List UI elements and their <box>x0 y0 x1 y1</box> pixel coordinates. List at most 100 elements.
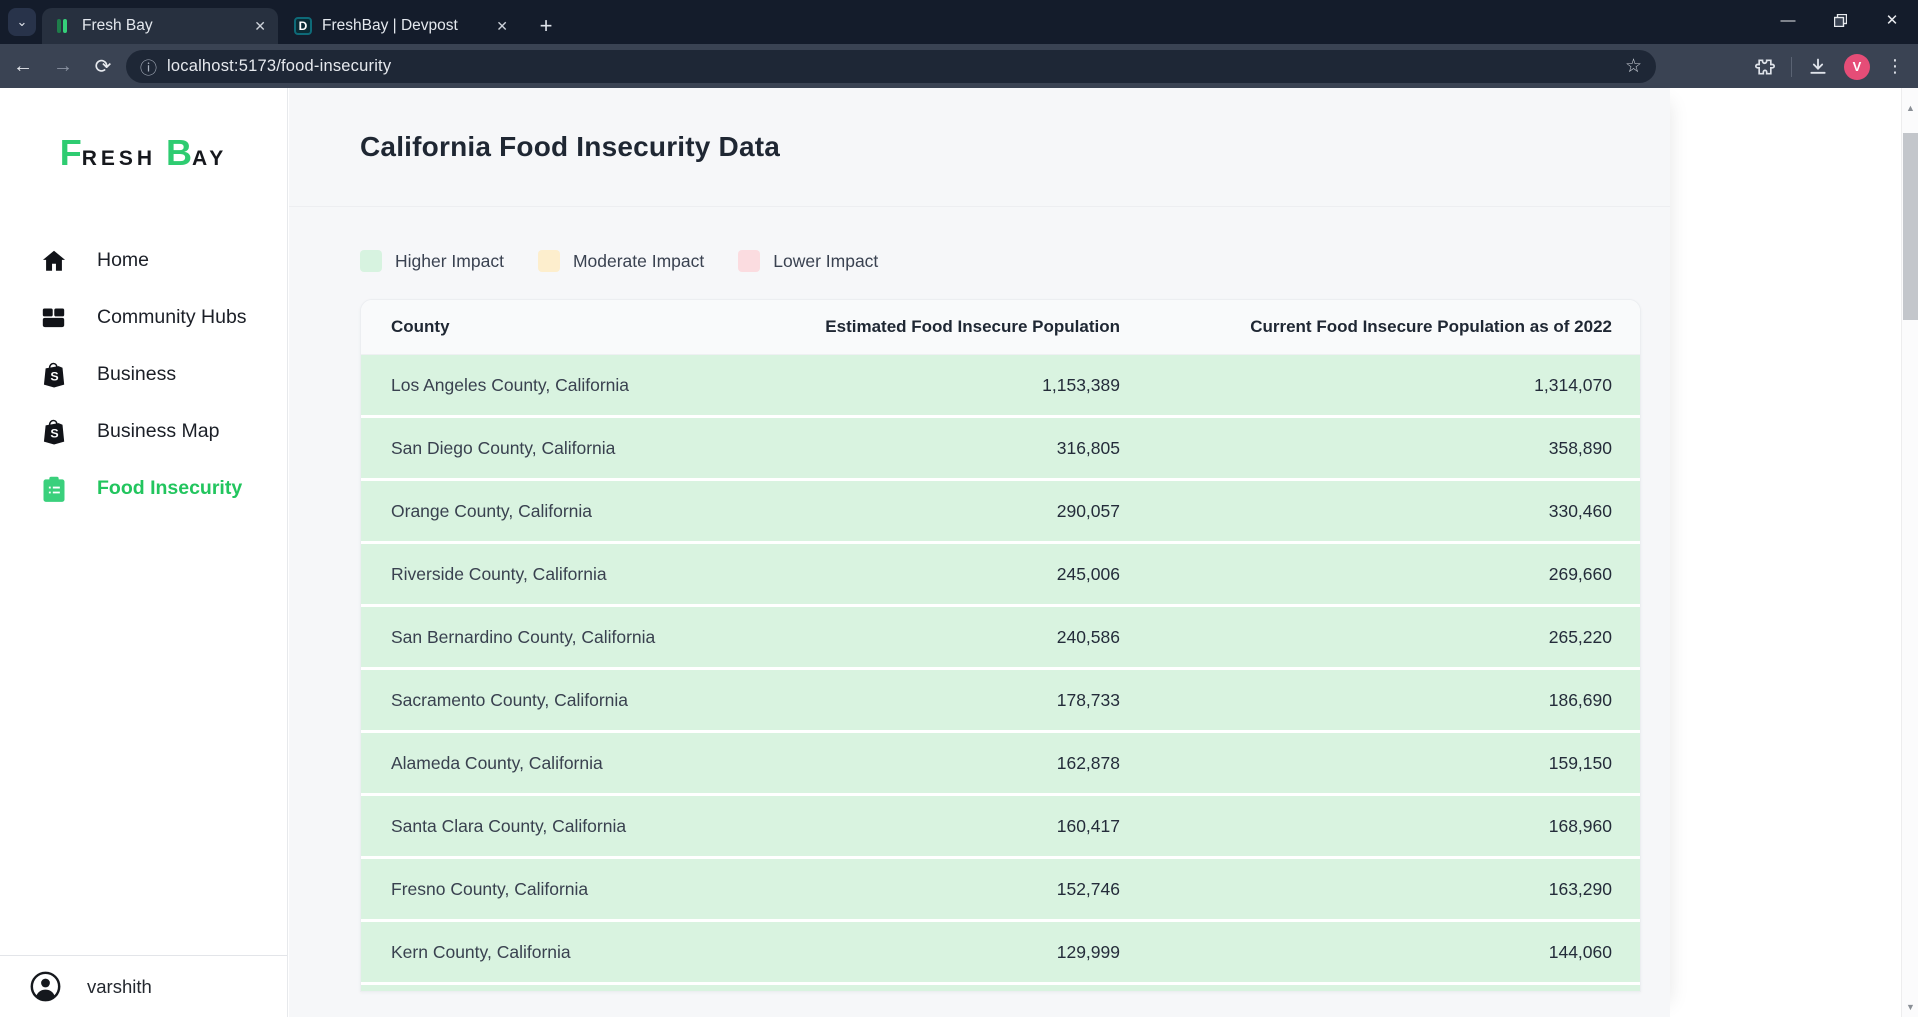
sidebar-item-community-hubs[interactable]: Community Hubs <box>0 289 287 346</box>
table-body: Los Angeles County, California 1,153,389… <box>361 355 1640 985</box>
cell-estimated: 1,153,389 <box>1042 374 1120 395</box>
table-row: Los Angeles County, California 1,153,389… <box>361 355 1640 418</box>
cell-estimated: 160,417 <box>1056 815 1120 836</box>
devpost-favicon-icon: D <box>294 17 312 35</box>
tab-strip: ⌄ Fresh Bay ✕ D FreshBay | Devpost ✕ + —… <box>0 0 1918 44</box>
higher-impact-swatch <box>360 250 382 272</box>
cell-county: San Diego County, California <box>391 437 616 458</box>
food-insecurity-table: County Estimated Food Insecure Populatio… <box>360 299 1641 992</box>
clipboard-list-icon <box>40 475 67 502</box>
sidebar-item-label: Business <box>97 363 177 385</box>
sidebar-item-business[interactable]: S Business <box>0 346 287 403</box>
logo-letters: RESH <box>81 147 157 170</box>
scrollbar-thumb[interactable] <box>1903 133 1918 320</box>
table-row: Kern County, California 129,999 144,060 <box>361 922 1640 985</box>
cell-county: Kern County, California <box>391 941 571 962</box>
content-header: California Food Insecurity Data <box>289 88 1670 207</box>
username: varshith <box>87 975 152 997</box>
tab-search-button[interactable]: ⌄ <box>8 8 36 36</box>
cell-county: Fresno County, California <box>391 878 589 899</box>
cell-county: Sacramento County, California <box>391 689 629 710</box>
scroll-up-arrow-icon[interactable]: ▲ <box>1902 100 1918 116</box>
cell-current: 1,314,070 <box>1534 374 1612 395</box>
sidebar-item-business-map[interactable]: S Business Map <box>0 403 287 460</box>
column-header-estimated: Estimated Food Insecure Population <box>825 317 1120 336</box>
sidebar: FRESH BAY Home Community Hubs S Business… <box>0 88 288 1017</box>
legend-label: Moderate Impact <box>572 250 705 271</box>
table-row: Alameda County, California 162,878 159,1… <box>361 733 1640 796</box>
table-row: Orange County, California 290,057 330,46… <box>361 481 1640 544</box>
cell-estimated: 240,586 <box>1056 626 1120 647</box>
restore-icon <box>1833 13 1847 27</box>
cell-county: Riverside County, California <box>391 563 607 584</box>
cell-estimated: 245,006 <box>1056 563 1120 584</box>
column-header-current: Current Food Insecure Population as of 2… <box>1250 317 1612 336</box>
cell-estimated: 178,733 <box>1056 689 1120 710</box>
downloads-icon[interactable] <box>1808 57 1828 77</box>
close-tab-icon[interactable]: ✕ <box>254 18 266 35</box>
legend-item-lower: Lower Impact <box>738 250 878 272</box>
fresh-bay-favicon-icon <box>54 17 72 35</box>
minimize-button[interactable]: — <box>1762 0 1814 40</box>
shopping-bag-icon: S <box>40 361 67 388</box>
table-row: San Diego County, California 316,805 358… <box>361 418 1640 481</box>
cell-county: Alameda County, California <box>391 752 603 773</box>
address-bar[interactable]: ⓘ localhost:5173/food-insecurity ☆ <box>126 50 1656 83</box>
cell-current: 269,660 <box>1548 563 1612 584</box>
close-window-button[interactable]: ✕ <box>1866 0 1918 40</box>
page-title: California Food Insecurity Data <box>360 131 781 162</box>
table-row: Sacramento County, California 178,733 18… <box>361 670 1640 733</box>
forward-button[interactable]: → <box>46 49 80 83</box>
legend-item-moderate: Moderate Impact <box>537 250 705 272</box>
sidebar-item-food-insecurity[interactable]: Food Insecurity <box>0 460 287 517</box>
sidebar-item-home[interactable]: Home <box>0 232 287 289</box>
browser-toolbar: ← → ⟳ ⓘ localhost:5173/food-insecurity ☆… <box>0 44 1918 88</box>
cell-current: 358,890 <box>1548 437 1612 458</box>
shopping-bag-icon: S <box>40 418 67 445</box>
cell-county: San Bernardino County, California <box>391 626 656 647</box>
table-row-partial <box>361 985 1640 991</box>
cell-estimated: 152,746 <box>1056 878 1120 899</box>
cell-county: Orange County, California <box>391 500 593 521</box>
cell-estimated: 129,999 <box>1056 941 1120 962</box>
legend-label: Higher Impact <box>395 250 504 271</box>
site-info-icon[interactable]: ⓘ <box>140 54 157 79</box>
table-header-row: County Estimated Food Insecure Populatio… <box>361 300 1640 355</box>
reload-button[interactable]: ⟳ <box>86 49 120 83</box>
new-tab-button[interactable]: + <box>532 12 560 40</box>
lower-impact-swatch <box>738 250 761 272</box>
scroll-down-arrow-icon[interactable]: ▼ <box>1902 999 1918 1015</box>
cell-current: 265,220 <box>1548 626 1612 647</box>
close-tab-icon[interactable]: ✕ <box>496 18 508 35</box>
tab-title: FreshBay | Devpost <box>322 17 458 34</box>
user-profile[interactable]: varshith <box>0 955 287 1017</box>
legend-label: Lower Impact <box>773 250 879 271</box>
sidebar-item-label: Community Hubs <box>97 306 247 328</box>
back-button[interactable]: ← <box>6 49 40 83</box>
community-hubs-icon <box>40 304 67 331</box>
table-row: Fresno County, California 152,746 163,29… <box>361 859 1640 922</box>
browser-chrome: ⌄ Fresh Bay ✕ D FreshBay | Devpost ✕ + —… <box>0 0 1918 88</box>
profile-avatar[interactable]: V <box>1844 53 1870 80</box>
restore-button[interactable] <box>1814 0 1866 40</box>
cell-current: 144,060 <box>1548 941 1612 962</box>
tab-devpost[interactable]: D FreshBay | Devpost ✕ <box>282 8 520 44</box>
fresh-bay-logo: FRESH BAY <box>0 132 287 174</box>
browser-menu-icon[interactable]: ⋮ <box>1886 56 1904 77</box>
table-row: Riverside County, California 245,006 269… <box>361 544 1640 607</box>
tab-fresh-bay[interactable]: Fresh Bay ✕ <box>42 8 278 44</box>
toolbar-right-icons: V ⋮ <box>1755 50 1904 83</box>
legend-item-higher: Higher Impact <box>360 250 504 272</box>
extensions-icon[interactable] <box>1755 57 1775 77</box>
tab-title: Fresh Bay <box>82 17 153 34</box>
svg-text:S: S <box>50 370 58 384</box>
cell-current: 168,960 <box>1548 815 1612 836</box>
cell-estimated: 316,805 <box>1056 437 1120 458</box>
cell-current: 159,150 <box>1548 752 1612 773</box>
bookmark-star-icon[interactable]: ☆ <box>1625 55 1642 78</box>
cell-estimated: 162,878 <box>1056 752 1120 773</box>
page-scrollbar[interactable]: ▲ ▼ <box>1901 88 1918 1017</box>
url-text[interactable]: localhost:5173/food-insecurity <box>167 57 391 76</box>
toolbar-divider <box>1791 56 1792 77</box>
sidebar-item-label: Food Insecurity <box>97 477 243 499</box>
